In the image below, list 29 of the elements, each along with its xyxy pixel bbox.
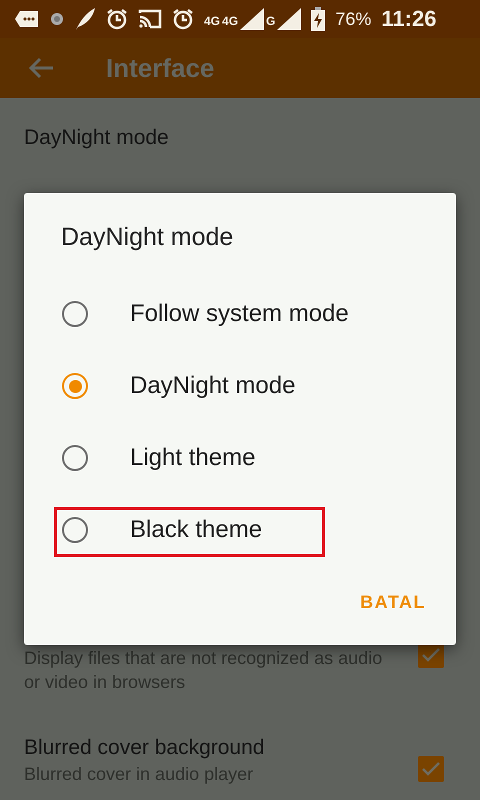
- battery-icon: [311, 7, 326, 31]
- network-label: 4G: [204, 14, 220, 28]
- setting-title: Blurred cover background: [24, 736, 264, 760]
- network-label: 4G: [222, 14, 238, 28]
- radio-button[interactable]: [62, 373, 88, 399]
- setting-title: DayNight mode: [24, 126, 169, 150]
- checkbox[interactable]: [418, 756, 444, 782]
- radio-button[interactable]: [62, 517, 88, 543]
- app-bar-title: Interface: [106, 52, 214, 84]
- dialog-title: DayNight mode: [61, 223, 234, 253]
- option-label[interactable]: Follow system mode: [130, 300, 349, 328]
- check-icon: [421, 647, 441, 663]
- clock: 11:26: [381, 6, 436, 32]
- battery-level: 76%: [335, 8, 372, 30]
- message-icon: [14, 10, 40, 28]
- feather-icon: [74, 7, 96, 31]
- option-label[interactable]: Light theme: [130, 444, 256, 472]
- cast-icon: [138, 9, 162, 29]
- alarm-icon: [172, 8, 194, 30]
- signal-icon: [277, 8, 302, 30]
- radio-button[interactable]: [62, 301, 88, 327]
- alarm-icon: [106, 8, 128, 30]
- network-label: G: [266, 14, 276, 28]
- check-icon: [421, 761, 441, 777]
- option-label[interactable]: DayNight mode: [130, 372, 296, 400]
- record-icon: [50, 12, 64, 26]
- signal-icon: [240, 8, 264, 30]
- radio-button[interactable]: [62, 445, 88, 471]
- option-label[interactable]: Black theme: [130, 516, 262, 544]
